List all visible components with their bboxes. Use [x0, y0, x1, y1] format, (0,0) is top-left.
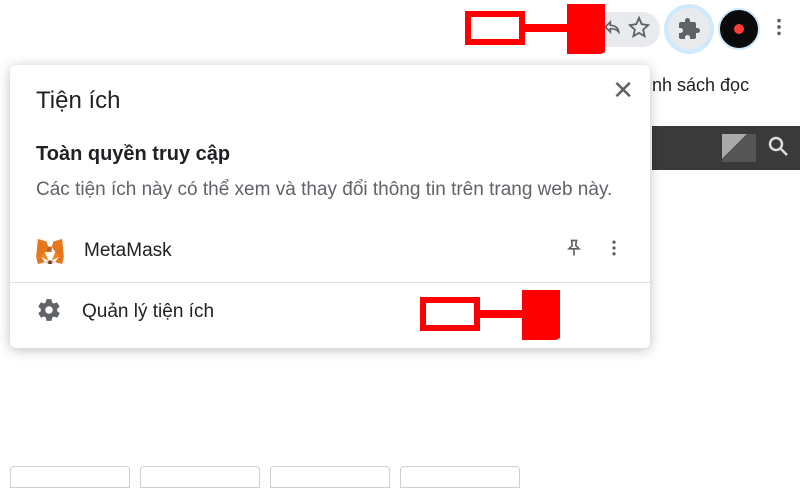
search-icon[interactable]	[766, 134, 790, 163]
metamask-fox-icon	[36, 238, 64, 264]
close-icon[interactable]: ✕	[612, 77, 634, 103]
extensions-button[interactable]	[668, 8, 710, 50]
manage-extensions-label: Quản lý tiện ích	[82, 301, 624, 323]
page-toolbar-fragment	[652, 126, 800, 170]
gear-icon	[36, 297, 62, 328]
tab-placeholder	[270, 466, 390, 488]
extension-name: MetaMask	[84, 240, 544, 262]
star-icon[interactable]	[628, 16, 650, 43]
profile-avatar[interactable]	[718, 8, 760, 50]
puzzle-icon	[677, 17, 701, 41]
browser-toolbar	[592, 8, 790, 50]
tab-placeholder	[10, 466, 130, 488]
reading-list-label[interactable]: nh sách đọc	[652, 75, 800, 96]
extensions-popup: ✕ Tiện ích Toàn quyền truy cập Các tiện …	[10, 65, 650, 348]
annotation-arrow	[465, 4, 605, 54]
popup-access-description: Các tiện ích này có thể xem và thay đổi …	[36, 176, 624, 204]
share-icon[interactable]	[602, 17, 622, 42]
chrome-menu-icon[interactable]	[768, 16, 790, 43]
share-star-group	[592, 12, 660, 47]
popup-access-heading: Toàn quyền truy cập	[36, 143, 624, 166]
extension-menu-icon[interactable]	[604, 238, 624, 263]
bottom-tab-strip	[10, 466, 520, 488]
pin-icon[interactable]	[564, 238, 584, 263]
divider	[10, 282, 650, 283]
tab-placeholder	[140, 466, 260, 488]
popup-title: Tiện ích	[36, 87, 624, 115]
extension-row[interactable]: MetaMask	[36, 228, 624, 274]
thumbnail-image	[722, 134, 756, 162]
manage-extensions-row[interactable]: Quản lý tiện ích	[36, 287, 624, 338]
tab-placeholder	[400, 466, 520, 488]
